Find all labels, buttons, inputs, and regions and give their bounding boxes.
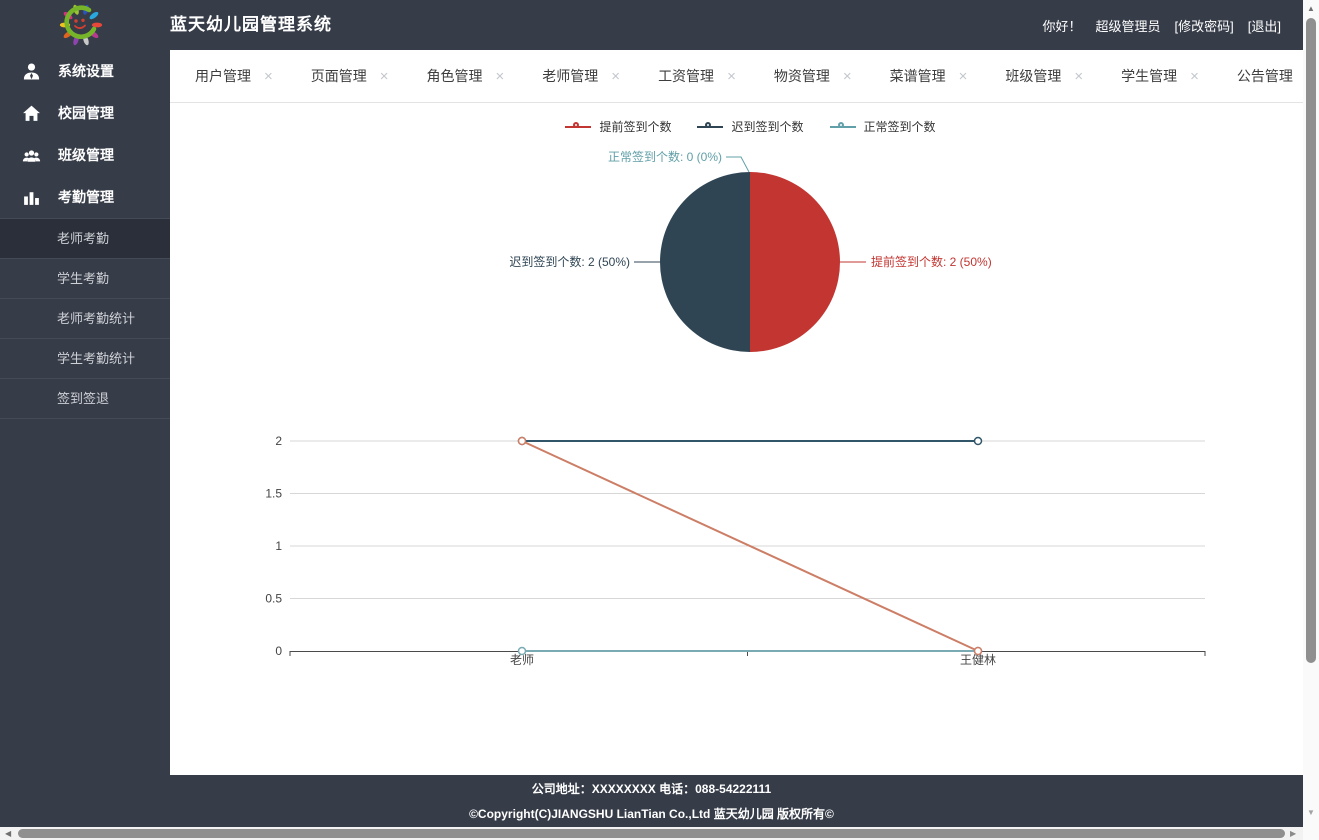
sidebar-subitem-checkin-checkout[interactable]: 签到签退 <box>0 379 170 419</box>
line-circle-marker-icon <box>830 121 856 132</box>
svg-text:提前签到个数: 2 (50%): 提前签到个数: 2 (50%) <box>871 254 992 269</box>
tab-supplies-management[interactable]: 物资管理× <box>774 66 852 86</box>
sidebar-subitem-student-attendance[interactable]: 学生考勤 <box>0 259 170 299</box>
scroll-right-icon[interactable]: ▶ <box>1290 827 1296 840</box>
sidebar-subitem-student-attendance-stats[interactable]: 学生考勤统计 <box>0 339 170 379</box>
line-circle-marker-icon <box>697 121 723 132</box>
scroll-up-icon[interactable]: ▲ <box>1303 4 1319 13</box>
tab-class-management[interactable]: 班级管理× <box>1005 66 1083 86</box>
sun-smiley-logo-icon <box>54 2 106 48</box>
svg-text:2: 2 <box>275 434 282 448</box>
current-user: 超级管理员 <box>1096 16 1161 35</box>
tab-menu-management[interactable]: 菜谱管理× <box>890 66 968 86</box>
sidebar-subitem-teacher-attendance[interactable]: 老师考勤 <box>0 219 170 259</box>
close-icon[interactable]: × <box>1074 69 1083 84</box>
sidebar-subitem-teacher-attendance-stats[interactable]: 老师考勤统计 <box>0 299 170 339</box>
svg-text:1.5: 1.5 <box>265 487 282 501</box>
tab-bar: 用户管理× 页面管理× 角色管理× 老师管理× 工资管理× 物资管理× 菜谱管理… <box>170 50 1303 103</box>
chart-legend: 提前签到个数 迟到签到个数 正常签到个数 <box>184 118 1317 135</box>
page-title: 蓝天幼儿园管理系统 <box>170 0 332 50</box>
sidebar-item-class-management[interactable]: 班级管理 <box>0 134 170 176</box>
legend-item-early-checkin[interactable]: 提前签到个数 <box>565 118 671 135</box>
close-icon[interactable]: × <box>264 69 273 84</box>
vertical-scroll-thumb[interactable] <box>1306 18 1316 663</box>
scroll-left-icon[interactable]: ◀ <box>5 827 11 840</box>
legend-item-late-checkin[interactable]: 迟到签到个数 <box>697 118 803 135</box>
tab-user-management[interactable]: 用户管理× <box>195 66 273 86</box>
home-icon <box>22 104 41 123</box>
svg-text:0: 0 <box>275 644 282 658</box>
close-icon[interactable]: × <box>959 69 968 84</box>
sidebar-item-label: 考勤管理 <box>58 187 114 207</box>
vertical-scrollbar[interactable]: ▲ ▼ <box>1303 0 1319 828</box>
scrollbar-corner <box>1303 827 1319 840</box>
horizontal-scroll-thumb[interactable] <box>18 829 1285 838</box>
line-circle-marker-icon <box>565 121 591 132</box>
svg-text:正常签到个数: 0 (0%): 正常签到个数: 0 (0%) <box>608 149 722 164</box>
users-icon <box>22 146 41 165</box>
footer-address: 公司地址：XXXXXXXX 电话：088-54222111 <box>0 775 1303 797</box>
close-icon[interactable]: × <box>380 69 389 84</box>
close-icon[interactable]: × <box>496 69 505 84</box>
pie-chart: 提前签到个数: 2 (50%) 迟到签到个数: 2 (50%) 正常签到个数: 0 … <box>170 145 1303 395</box>
main-content: 用户管理× 页面管理× 角色管理× 老师管理× 工资管理× 物资管理× 菜谱管理… <box>170 50 1303 775</box>
line-chart: 00.511.52老师王健林 <box>260 425 1220 685</box>
horizontal-scrollbar[interactable]: ◀ ▶ <box>0 827 1303 840</box>
tab-teacher-management[interactable]: 老师管理× <box>542 66 620 86</box>
sidebar-item-label: 校园管理 <box>58 103 114 123</box>
footer-copyright: ©Copyright(C)JIANGSHU LianTian Co.,Ltd 蓝… <box>0 806 1303 822</box>
close-icon[interactable]: × <box>843 69 852 84</box>
close-icon[interactable]: × <box>611 69 620 84</box>
close-icon[interactable]: × <box>1190 69 1199 84</box>
app-header: 蓝天幼儿园管理系统 你好！ 超级管理员 [修改密码] [退出] <box>0 0 1303 50</box>
sidebar: 系统设置 校园管理 班级管理 考勤管理 老师考勤 学生考勤 老师考勤统计 学生考… <box>0 50 170 827</box>
attendance-submenu: 老师考勤 学生考勤 老师考勤统计 学生考勤统计 签到签退 <box>0 218 170 419</box>
tab-page-management[interactable]: 页面管理× <box>311 66 389 86</box>
header-user-area: 你好！ 超级管理员 [修改密码] [退出] <box>1043 0 1282 50</box>
footer: 公司地址：XXXXXXXX 电话：088-54222111 ©Copyright… <box>0 775 1303 827</box>
tab-role-management[interactable]: 角色管理× <box>427 66 505 86</box>
svg-text:0.5: 0.5 <box>265 592 282 606</box>
scroll-down-icon[interactable]: ▼ <box>1303 808 1319 817</box>
close-icon[interactable]: × <box>727 69 736 84</box>
sidebar-item-attendance-management[interactable]: 考勤管理 <box>0 176 170 218</box>
user-icon <box>22 62 41 81</box>
sidebar-item-system-settings[interactable]: 系统设置 <box>0 50 170 92</box>
svg-text:1: 1 <box>275 539 282 553</box>
tab-salary-management[interactable]: 工资管理× <box>658 66 736 86</box>
legend-item-normal-checkin[interactable]: 正常签到个数 <box>830 118 936 135</box>
bar-chart-icon <box>22 188 41 207</box>
change-password-link[interactable]: [修改密码] <box>1175 16 1234 35</box>
sidebar-item-label: 班级管理 <box>58 145 114 165</box>
greeting-text: 你好！ <box>1043 16 1082 35</box>
svg-text:迟到签到个数: 2 (50%): 迟到签到个数: 2 (50%) <box>509 254 630 269</box>
sidebar-item-campus-management[interactable]: 校园管理 <box>0 92 170 134</box>
logout-link[interactable]: [退出] <box>1248 16 1281 35</box>
tab-student-management[interactable]: 学生管理× <box>1121 66 1199 86</box>
sidebar-item-label: 系统设置 <box>58 61 114 81</box>
